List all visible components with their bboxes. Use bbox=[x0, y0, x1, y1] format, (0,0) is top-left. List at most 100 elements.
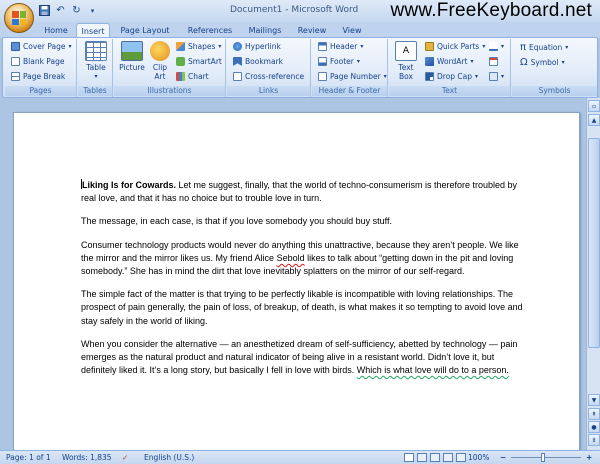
previous-page-icon[interactable]: ⇞ bbox=[588, 408, 600, 420]
grammar-error-phrase[interactable]: Which is what love will do to a person. bbox=[357, 365, 509, 375]
cross-reference-button[interactable]: Cross-reference bbox=[233, 72, 304, 81]
wordart-label: WordArt bbox=[437, 57, 468, 66]
wordart-button[interactable]: WordArt ▾ bbox=[425, 57, 473, 66]
drop-cap-button[interactable]: Drop Cap ▾ bbox=[425, 72, 478, 81]
group-symbols: π Equation ▾ Ω Symbol ▾ Symbols bbox=[512, 39, 597, 97]
table-label: Table bbox=[86, 63, 106, 72]
tab-review[interactable]: Review bbox=[292, 23, 332, 38]
insert-object-button[interactable]: ▾ bbox=[489, 72, 504, 81]
group-pages-label: Pages bbox=[5, 86, 76, 96]
shapes-button[interactable]: Shapes ▾ bbox=[176, 42, 221, 51]
clip-art-button[interactable]: Clip Art bbox=[149, 41, 171, 81]
zoom-in-icon[interactable]: + bbox=[586, 453, 592, 462]
ribbon-insert: Cover Page ▾ Blank Page Page Break Pages … bbox=[2, 37, 598, 98]
header-button[interactable]: Header ▾ bbox=[318, 42, 363, 51]
zoom-level[interactable]: 100% bbox=[468, 453, 489, 462]
group-pages: Cover Page ▾ Blank Page Page Break Pages bbox=[5, 39, 77, 97]
full-screen-view-icon[interactable] bbox=[417, 453, 427, 462]
print-layout-view-icon[interactable] bbox=[404, 453, 414, 462]
text-box-icon: A bbox=[395, 41, 417, 61]
scroll-down-icon[interactable]: ▼ bbox=[588, 394, 600, 406]
draft-view-icon[interactable] bbox=[456, 453, 466, 462]
title-bar: ↶ ↻ ▾ Document1 - Microsoft Word www.Fre… bbox=[0, 0, 600, 22]
scroll-up-icon[interactable]: ▲ bbox=[588, 114, 600, 126]
group-header-footer: Header ▾ Footer ▾ Page Number ▾ Header & Fo… bbox=[312, 39, 388, 97]
signature-line-icon bbox=[489, 42, 498, 51]
quick-parts-button[interactable]: Quick Parts ▾ bbox=[425, 42, 485, 51]
blank-page-label: Blank Page bbox=[23, 57, 65, 66]
table-icon bbox=[85, 41, 107, 61]
ruler-toggle-icon[interactable]: ▫ bbox=[588, 100, 600, 112]
vertical-scrollbar[interactable]: ▫ ▲ ▼ ⇞ ● ⇟ bbox=[586, 98, 600, 450]
object-icon bbox=[489, 72, 498, 81]
next-page-icon[interactable]: ⇟ bbox=[588, 434, 600, 446]
text-box-label: Text Box bbox=[398, 63, 414, 81]
hyperlink-button[interactable]: Hyperlink bbox=[233, 42, 281, 51]
quick-parts-label: Quick Parts bbox=[437, 42, 480, 51]
page-count[interactable]: Page: 1 of 1 bbox=[6, 453, 51, 462]
tab-page-layout[interactable]: Page Layout bbox=[114, 23, 176, 38]
smartart-button[interactable]: SmartArt bbox=[176, 57, 222, 66]
bookmark-button[interactable]: Bookmark bbox=[233, 57, 283, 66]
blank-page-icon bbox=[11, 57, 20, 66]
symbol-button[interactable]: Ω Symbol ▾ bbox=[520, 57, 565, 68]
equation-button[interactable]: π Equation ▾ bbox=[520, 42, 568, 53]
paragraph-4: The simple fact of the matter is that tr… bbox=[81, 289, 523, 326]
zoom-slider-thumb[interactable] bbox=[541, 453, 545, 462]
page-number-icon bbox=[318, 72, 327, 81]
equation-label: Equation bbox=[529, 43, 563, 52]
text-box-button[interactable]: A Text Box bbox=[393, 41, 419, 81]
clip-art-label: Clip Art bbox=[152, 63, 168, 81]
undo-icon[interactable]: ↶ bbox=[54, 4, 67, 17]
word-count[interactable]: Words: 1,835 bbox=[62, 453, 112, 462]
quick-parts-icon bbox=[425, 42, 434, 51]
picture-button[interactable]: Picture bbox=[118, 41, 146, 72]
proofing-icon[interactable]: ✓ bbox=[122, 453, 128, 462]
cover-page-button[interactable]: Cover Page ▾ bbox=[11, 42, 72, 51]
chart-button[interactable]: Chart bbox=[176, 72, 209, 81]
group-header-footer-label: Header & Footer bbox=[312, 86, 387, 96]
date-time-button[interactable] bbox=[489, 57, 498, 66]
page-number-label: Page Number bbox=[330, 72, 381, 81]
watermark-text: www.FreeKeyboard.net bbox=[390, 0, 592, 21]
spelling-error-word[interactable]: Sebold bbox=[277, 253, 305, 263]
tab-references[interactable]: References bbox=[180, 23, 240, 38]
save-icon[interactable] bbox=[38, 4, 51, 17]
omega-icon: Ω bbox=[520, 57, 528, 68]
smartart-icon bbox=[176, 57, 185, 66]
ribbon-tabs: Home Insert Page Layout References Maili… bbox=[0, 22, 600, 38]
office-logo-icon bbox=[12, 11, 26, 25]
browse-object-icon[interactable]: ● bbox=[588, 421, 600, 433]
language[interactable]: English (U.S.) bbox=[144, 453, 194, 462]
zoom-out-icon[interactable]: − bbox=[500, 453, 506, 462]
web-layout-view-icon[interactable] bbox=[430, 453, 440, 462]
hyperlink-icon bbox=[233, 42, 242, 51]
document-body[interactable]: Liking Is for Cowards. Let me suggest, f… bbox=[81, 179, 529, 387]
tab-mailings[interactable]: Mailings bbox=[243, 23, 287, 38]
document-workspace: Liking Is for Cowards. Let me suggest, f… bbox=[0, 98, 586, 457]
page-break-button[interactable]: Page Break bbox=[11, 72, 65, 81]
tab-home[interactable]: Home bbox=[38, 23, 74, 38]
redo-icon[interactable]: ↻ bbox=[70, 4, 83, 17]
page-number-button[interactable]: Page Number ▾ bbox=[318, 72, 387, 81]
document-page[interactable]: Liking Is for Cowards. Let me suggest, f… bbox=[13, 112, 580, 457]
header-icon bbox=[318, 42, 327, 51]
office-button[interactable] bbox=[4, 3, 34, 33]
signature-line-button[interactable]: ▾ bbox=[489, 42, 504, 51]
scroll-thumb[interactable] bbox=[588, 138, 600, 348]
zoom-slider[interactable] bbox=[511, 457, 581, 458]
customize-toolbar-icon[interactable]: ▾ bbox=[86, 4, 99, 17]
table-button[interactable]: Table ▾ bbox=[83, 41, 109, 81]
cover-page-icon bbox=[11, 42, 20, 51]
picture-label: Picture bbox=[119, 63, 145, 72]
group-tables: Table ▾ Tables bbox=[78, 39, 113, 97]
tab-view[interactable]: View bbox=[336, 23, 368, 38]
page-break-icon bbox=[11, 72, 20, 81]
tab-insert[interactable]: Insert bbox=[76, 23, 110, 38]
blank-page-button[interactable]: Blank Page bbox=[11, 57, 64, 66]
outline-view-icon[interactable] bbox=[443, 453, 453, 462]
clip-art-icon bbox=[150, 41, 170, 61]
quick-access-toolbar: ↶ ↻ ▾ bbox=[38, 4, 99, 17]
footer-button[interactable]: Footer ▾ bbox=[318, 57, 360, 66]
group-links: Hyperlink Bookmark Cross-reference Links bbox=[227, 39, 311, 97]
